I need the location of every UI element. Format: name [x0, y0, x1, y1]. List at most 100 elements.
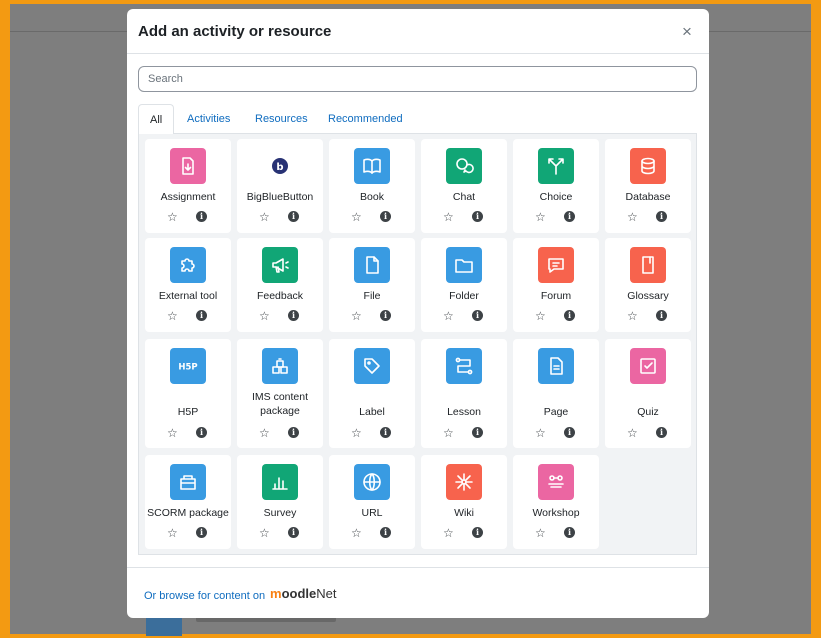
tag-icon [354, 348, 390, 384]
star-icon[interactable]: ☆ [535, 210, 546, 224]
info-icon[interactable]: i [472, 211, 483, 222]
info-icon[interactable]: i [380, 527, 391, 538]
activity-label: H5P [177, 406, 199, 418]
info-icon[interactable]: i [656, 310, 667, 321]
activity-label: Choice [539, 191, 573, 203]
star-icon[interactable]: ☆ [535, 309, 546, 323]
activity-card[interactable]: Feedback ☆ i [237, 238, 323, 332]
activity-card[interactable]: Quiz ☆ i [605, 339, 691, 448]
activity-card[interactable]: Label ☆ i [329, 339, 415, 448]
star-icon[interactable]: ☆ [443, 210, 454, 224]
info-icon[interactable]: i [288, 310, 299, 321]
activity-card[interactable]: Assignment ☆ i [145, 139, 231, 233]
info-icon[interactable]: i [656, 427, 667, 438]
info-icon[interactable]: i [564, 211, 575, 222]
activity-actions: ☆ i [421, 309, 507, 323]
star-icon[interactable]: ☆ [535, 426, 546, 440]
info-icon[interactable]: i [196, 310, 207, 321]
tab-resources[interactable]: Resources [244, 104, 319, 134]
moodlenet-link-text: Or browse for content on [144, 590, 266, 602]
activity-label: BigBlueButton [246, 191, 314, 203]
star-icon[interactable]: ☆ [627, 309, 638, 323]
moodlenet-logo-m: m [270, 586, 282, 601]
activity-card[interactable]: Forum ☆ i [513, 238, 599, 332]
activity-label: External tool [158, 290, 218, 302]
activity-card[interactable]: Survey ☆ i [237, 455, 323, 549]
activity-card[interactable]: Chat ☆ i [421, 139, 507, 233]
activity-label: Assignment [160, 191, 216, 203]
activity-actions: ☆ i [421, 526, 507, 540]
survey-icon [262, 464, 298, 500]
activity-card[interactable]: Glossary ☆ i [605, 238, 691, 332]
activity-card[interactable]: Workshop ☆ i [513, 455, 599, 549]
puzzle-icon [170, 247, 206, 283]
activity-card[interactable]: Folder ☆ i [421, 238, 507, 332]
activity-card[interactable]: File ☆ i [329, 238, 415, 332]
activity-actions: ☆ i [329, 309, 415, 323]
tab-recommended[interactable]: Recommended [317, 104, 414, 134]
activity-card[interactable]: IMS content package ☆ i [237, 339, 323, 448]
info-icon[interactable]: i [564, 527, 575, 538]
info-icon[interactable]: i [380, 211, 391, 222]
star-icon[interactable]: ☆ [167, 426, 178, 440]
info-icon[interactable]: i [380, 310, 391, 321]
activity-label: Folder [449, 290, 479, 302]
search-input[interactable] [138, 66, 697, 92]
activity-card[interactable]: b BigBlueButton ☆ i [237, 139, 323, 233]
star-icon[interactable]: ☆ [443, 526, 454, 540]
info-icon[interactable]: i [564, 427, 575, 438]
info-icon[interactable]: i [472, 527, 483, 538]
info-icon[interactable]: i [288, 427, 299, 438]
tab-activities[interactable]: Activities [176, 104, 241, 134]
star-icon[interactable]: ☆ [259, 526, 270, 540]
star-icon[interactable]: ☆ [351, 426, 362, 440]
moodlenet-link[interactable]: Or browse for content on [144, 590, 265, 602]
activity-card[interactable]: URL ☆ i [329, 455, 415, 549]
star-icon[interactable]: ☆ [443, 309, 454, 323]
activity-card[interactable]: Page ☆ i [513, 339, 599, 448]
moodlenet-logo[interactable]: moodleNet [270, 586, 336, 601]
activity-card[interactable]: External tool ☆ i [145, 238, 231, 332]
bigbluebutton-icon: b [262, 148, 298, 184]
star-icon[interactable]: ☆ [443, 426, 454, 440]
activity-card[interactable]: Lesson ☆ i [421, 339, 507, 448]
info-icon[interactable]: i [472, 310, 483, 321]
activity-card[interactable]: Book ☆ i [329, 139, 415, 233]
activity-card[interactable]: Database ☆ i [605, 139, 691, 233]
activity-actions: ☆ i [513, 526, 599, 540]
star-icon[interactable]: ☆ [351, 210, 362, 224]
info-icon[interactable]: i [564, 310, 575, 321]
star-icon[interactable]: ☆ [535, 526, 546, 540]
tab-all[interactable]: All [138, 104, 175, 135]
star-icon[interactable]: ☆ [351, 309, 362, 323]
info-icon[interactable]: i [196, 427, 207, 438]
star-icon[interactable]: ☆ [627, 210, 638, 224]
star-icon[interactable]: ☆ [627, 426, 638, 440]
activity-actions: ☆ i [145, 526, 231, 540]
star-icon[interactable]: ☆ [351, 526, 362, 540]
info-icon[interactable]: i [196, 211, 207, 222]
star-icon[interactable]: ☆ [167, 526, 178, 540]
info-icon[interactable]: i [472, 427, 483, 438]
activity-card[interactable]: H5P H5P ☆ i [145, 339, 231, 448]
info-icon[interactable]: i [380, 427, 391, 438]
activity-label: Wiki [454, 507, 474, 519]
activity-label: Workshop [532, 507, 580, 519]
activity-label: Page [543, 406, 569, 418]
workshop-icon [538, 464, 574, 500]
activity-card[interactable]: SCORM package ☆ i [145, 455, 231, 549]
info-icon[interactable]: i [288, 527, 299, 538]
glossary-icon [630, 247, 666, 283]
activity-actions: ☆ i [237, 210, 323, 224]
star-icon[interactable]: ☆ [167, 210, 178, 224]
activity-card[interactable]: Choice ☆ i [513, 139, 599, 233]
star-icon[interactable]: ☆ [259, 426, 270, 440]
close-button[interactable]: × [679, 23, 695, 41]
info-icon[interactable]: i [288, 211, 299, 222]
info-icon[interactable]: i [656, 211, 667, 222]
star-icon[interactable]: ☆ [259, 309, 270, 323]
star-icon[interactable]: ☆ [167, 309, 178, 323]
activity-card[interactable]: Wiki ☆ i [421, 455, 507, 549]
info-icon[interactable]: i [196, 527, 207, 538]
star-icon[interactable]: ☆ [259, 210, 270, 224]
